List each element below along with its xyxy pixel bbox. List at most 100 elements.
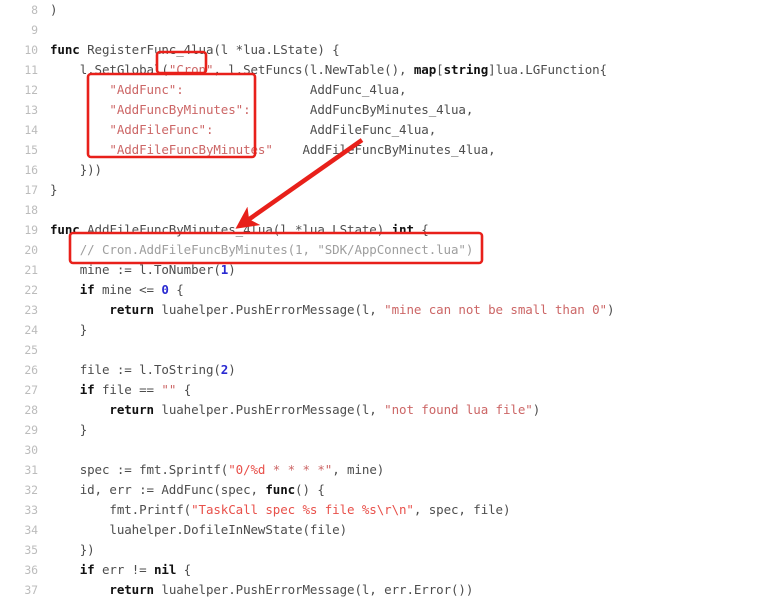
- token-kw: int: [391, 222, 414, 237]
- token-kw: return: [109, 582, 154, 597]
- line-content: ): [50, 0, 58, 20]
- token-id: AddFileFunc_4lua,: [213, 122, 437, 137]
- code-line[interactable]: 35 }): [0, 540, 758, 560]
- token-id: {: [413, 222, 429, 237]
- token-id: }: [50, 422, 88, 437]
- code-line[interactable]: 34 luahelper.DofileInNewState(file): [0, 520, 758, 540]
- token-id: AddFunc_4lua,: [183, 82, 407, 97]
- code-line[interactable]: 33 fmt.Printf("TaskCall spec %s file %s\…: [0, 500, 758, 520]
- line-content: "AddFunc": AddFunc_4lua,: [50, 80, 406, 100]
- token-str: "Cron": [168, 62, 214, 77]
- code-line[interactable]: 15 "AddFileFuncByMinutes" AddFileFuncByM…: [0, 140, 758, 160]
- code-line[interactable]: 32 id, err := AddFunc(spec, func() {: [0, 480, 758, 500]
- code-line[interactable]: 9: [0, 20, 758, 40]
- code-line[interactable]: 12 "AddFunc": AddFunc_4lua,: [0, 80, 758, 100]
- token-id: luahelper.PushErrorMessage(l, err.Error(…: [153, 582, 474, 597]
- token-id: [50, 402, 109, 417]
- line-number: 9: [31, 23, 38, 37]
- line-number: 21: [24, 263, 38, 277]
- code-line[interactable]: 16 })): [0, 160, 758, 180]
- code-line[interactable]: 25: [0, 340, 758, 360]
- code-line[interactable]: 30: [0, 440, 758, 460]
- token-id: })): [50, 162, 102, 177]
- code-line[interactable]: 22 if mine <= 0 {: [0, 280, 758, 300]
- line-number: 30: [24, 443, 38, 457]
- line-number: 10: [24, 43, 38, 57]
- token-id: , mine): [332, 462, 385, 477]
- line-number: 26: [24, 363, 38, 377]
- line-number: 24: [24, 323, 38, 337]
- line-number: 8: [31, 3, 38, 17]
- token-cmt: // Cron.AddFileFuncByMinutes(1, "SDK/App…: [50, 242, 474, 257]
- token-id: () {: [295, 482, 325, 497]
- code-line[interactable]: 14 "AddFileFunc": AddFileFunc_4lua,: [0, 120, 758, 140]
- token-id: }): [50, 542, 95, 557]
- token-id: , l.SetFuncs(l.NewTable(),: [213, 62, 414, 77]
- code-line[interactable]: 37 return luahelper.PushErrorMessage(l, …: [0, 580, 758, 600]
- token-str: * * * *": [265, 462, 333, 477]
- token-id: fmt.Printf(: [50, 502, 192, 517]
- line-content: spec := fmt.Sprintf("0/%d * * * *", mine…: [50, 460, 385, 480]
- line-number: 35: [24, 543, 38, 557]
- token-id: id, err := AddFunc(spec,: [50, 482, 266, 497]
- token-str: "AddFileFunc":: [50, 122, 214, 137]
- line-content: return luahelper.PushErrorMessage(l, "no…: [50, 400, 540, 420]
- token-id: [: [436, 62, 444, 77]
- code-line[interactable]: 13 "AddFuncByMinutes": AddFuncByMinutes_…: [0, 100, 758, 120]
- code-line[interactable]: 29 }: [0, 420, 758, 440]
- code-line[interactable]: 23 return luahelper.PushErrorMessage(l, …: [0, 300, 758, 320]
- token-str: "AddFuncByMinutes":: [50, 102, 251, 117]
- code-line[interactable]: 20 // Cron.AddFileFuncByMinutes(1, "SDK/…: [0, 240, 758, 260]
- code-line[interactable]: 26 file := l.ToString(2): [0, 360, 758, 380]
- code-line[interactable]: 11 l.SetGlobal("Cron", l.SetFuncs(l.NewT…: [0, 60, 758, 80]
- line-content: file := l.ToString(2): [50, 360, 236, 380]
- line-number: 18: [24, 203, 38, 217]
- line-content: }: [50, 420, 88, 440]
- line-content: func RegisterFunc_4lua(l *lua.LState) {: [50, 40, 340, 60]
- line-number: 29: [24, 423, 38, 437]
- line-number: 20: [24, 243, 38, 257]
- token-kw: return: [109, 402, 154, 417]
- code-line[interactable]: 10 func RegisterFunc_4lua(l *lua.LState) …: [0, 40, 758, 60]
- line-content: "AddFuncByMinutes": AddFuncByMinutes_4lu…: [50, 100, 473, 120]
- token-id: AddFileFuncByMinutes_4lua,: [272, 142, 496, 157]
- line-content: luahelper.DofileInNewState(file): [50, 520, 347, 540]
- line-content: return luahelper.PushErrorMessage(l, "mi…: [50, 300, 614, 320]
- code-line[interactable]: 24 }: [0, 320, 758, 340]
- line-content: fmt.Printf("TaskCall spec %s file %s\r\n…: [50, 500, 510, 520]
- line-content: id, err := AddFunc(spec, func() {: [50, 480, 325, 500]
- line-number: 32: [24, 483, 38, 497]
- line-number: 37: [24, 583, 38, 597]
- code-line[interactable]: 21 mine := l.ToNumber(1): [0, 260, 758, 280]
- line-content: l.SetGlobal("Cron", l.SetFuncs(l.NewTabl…: [50, 60, 607, 80]
- token-fmt: "TaskCall spec %s file %s\r\n": [191, 502, 414, 517]
- line-number: 22: [24, 283, 38, 297]
- token-id: ): [228, 262, 236, 277]
- code-line[interactable]: 28 return luahelper.PushErrorMessage(l, …: [0, 400, 758, 420]
- token-id: luahelper.PushErrorMessage(l,: [153, 402, 385, 417]
- code-line[interactable]: 18: [0, 200, 758, 220]
- token-id: ): [228, 362, 236, 377]
- token-id: [50, 302, 109, 317]
- code-line[interactable]: 8): [0, 0, 758, 20]
- line-number: 28: [24, 403, 38, 417]
- token-id: [50, 382, 80, 397]
- code-line[interactable]: 17}: [0, 180, 758, 200]
- line-number: 11: [24, 63, 38, 77]
- code-line[interactable]: 27 if file == "" {: [0, 380, 758, 400]
- line-content: }): [50, 540, 95, 560]
- line-content: "AddFileFunc": AddFileFunc_4lua,: [50, 120, 436, 140]
- token-str: "not found lua file": [384, 402, 533, 417]
- line-content: if err != nil {: [50, 560, 192, 580]
- code-line[interactable]: 19 func AddFileFuncByMinutes_4lua(l *lua.…: [0, 220, 758, 240]
- token-kw: string: [443, 62, 489, 77]
- line-content: func AddFileFuncByMinutes_4lua(l *lua.LS…: [50, 220, 429, 240]
- code-line[interactable]: 31 spec := fmt.Sprintf("0/%d * * * *", m…: [0, 460, 758, 480]
- token-kw: nil: [153, 562, 177, 577]
- token-num: 0: [161, 282, 169, 297]
- line-number: 33: [24, 503, 38, 517]
- line-content: "AddFileFuncByMinutes" AddFileFuncByMinu…: [50, 140, 496, 160]
- line-number: 17: [24, 183, 38, 197]
- code-editor[interactable]: 8) 9 10 func RegisterFunc_4lua(l *lua.LStat…: [0, 0, 758, 597]
- code-line[interactable]: 36 if err != nil {: [0, 560, 758, 580]
